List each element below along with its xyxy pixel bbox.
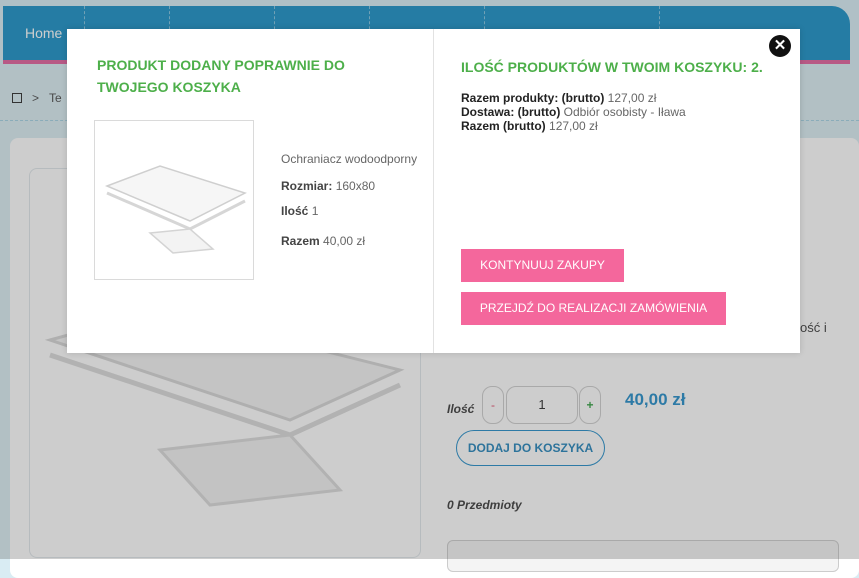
continue-shopping-button[interactable]: KONTYNUUJ ZAKUPY [461,249,624,282]
qty-label: Ilość [281,204,309,218]
summary-products-value: 127,00 zł [607,91,657,105]
size-value: 160x80 [335,179,376,193]
modal-cart-section: ILOŚĆ PRODUKTÓW W TWOIM KOSZYKU: 2. Raze… [434,29,800,353]
close-icon[interactable]: ✕ [769,35,791,57]
total-value: 40,00 zł [323,234,366,248]
checkout-button[interactable]: PRZEJDŹ DO REALIZACJI ZAMÓWIENIA [461,292,726,325]
product-name: Ochraniacz wodoodporny [281,152,418,166]
summary-total-row: Razem (brutto) 127,00 zł [461,119,686,133]
product-details: Ochraniacz wodoodporny Rozmiar: 160x80 I… [281,148,421,255]
product-thumbnail-image [104,165,247,254]
summary-shipping-row: Dostawa: (brutto) Odbiór osobisty - Iław… [461,105,686,119]
product-qty-row: Ilość 1 [281,200,421,222]
qty-value: 1 [311,204,319,218]
product-size-row: Rozmiar: 160x80 [281,175,421,197]
cart-summary: Razem produkty: (brutto) 127,00 zł Dosta… [461,91,686,133]
modal-product-section: PRODUKT DODANY POPRAWNIE DO TWOJEGO KOSZ… [67,29,434,353]
size-label: Rozmiar: [281,179,333,193]
product-thumbnail [94,120,254,280]
summary-products-row: Razem produkty: (brutto) 127,00 zł [461,91,686,105]
cart-count-title: ILOŚĆ PRODUKTÓW W TWOIM KOSZYKU: 2. [461,59,763,75]
summary-shipping-label: Dostawa: (brutto) [461,105,561,119]
add-to-cart-modal: PRODUKT DODANY POPRAWNIE DO TWOJEGO KOSZ… [67,29,800,353]
product-total-row: Razem 40,00 zł [281,230,421,252]
summary-total-value: 127,00 zł [549,119,598,133]
total-label: Razem [281,234,320,248]
summary-products-label: Razem produkty: (brutto) [461,91,605,105]
success-title: PRODUKT DODANY POPRAWNIE DO TWOJEGO KOSZ… [97,57,345,95]
summary-total-label: Razem (brutto) [461,119,546,133]
summary-shipping-value: Odbiór osobisty - Iława [563,105,686,119]
